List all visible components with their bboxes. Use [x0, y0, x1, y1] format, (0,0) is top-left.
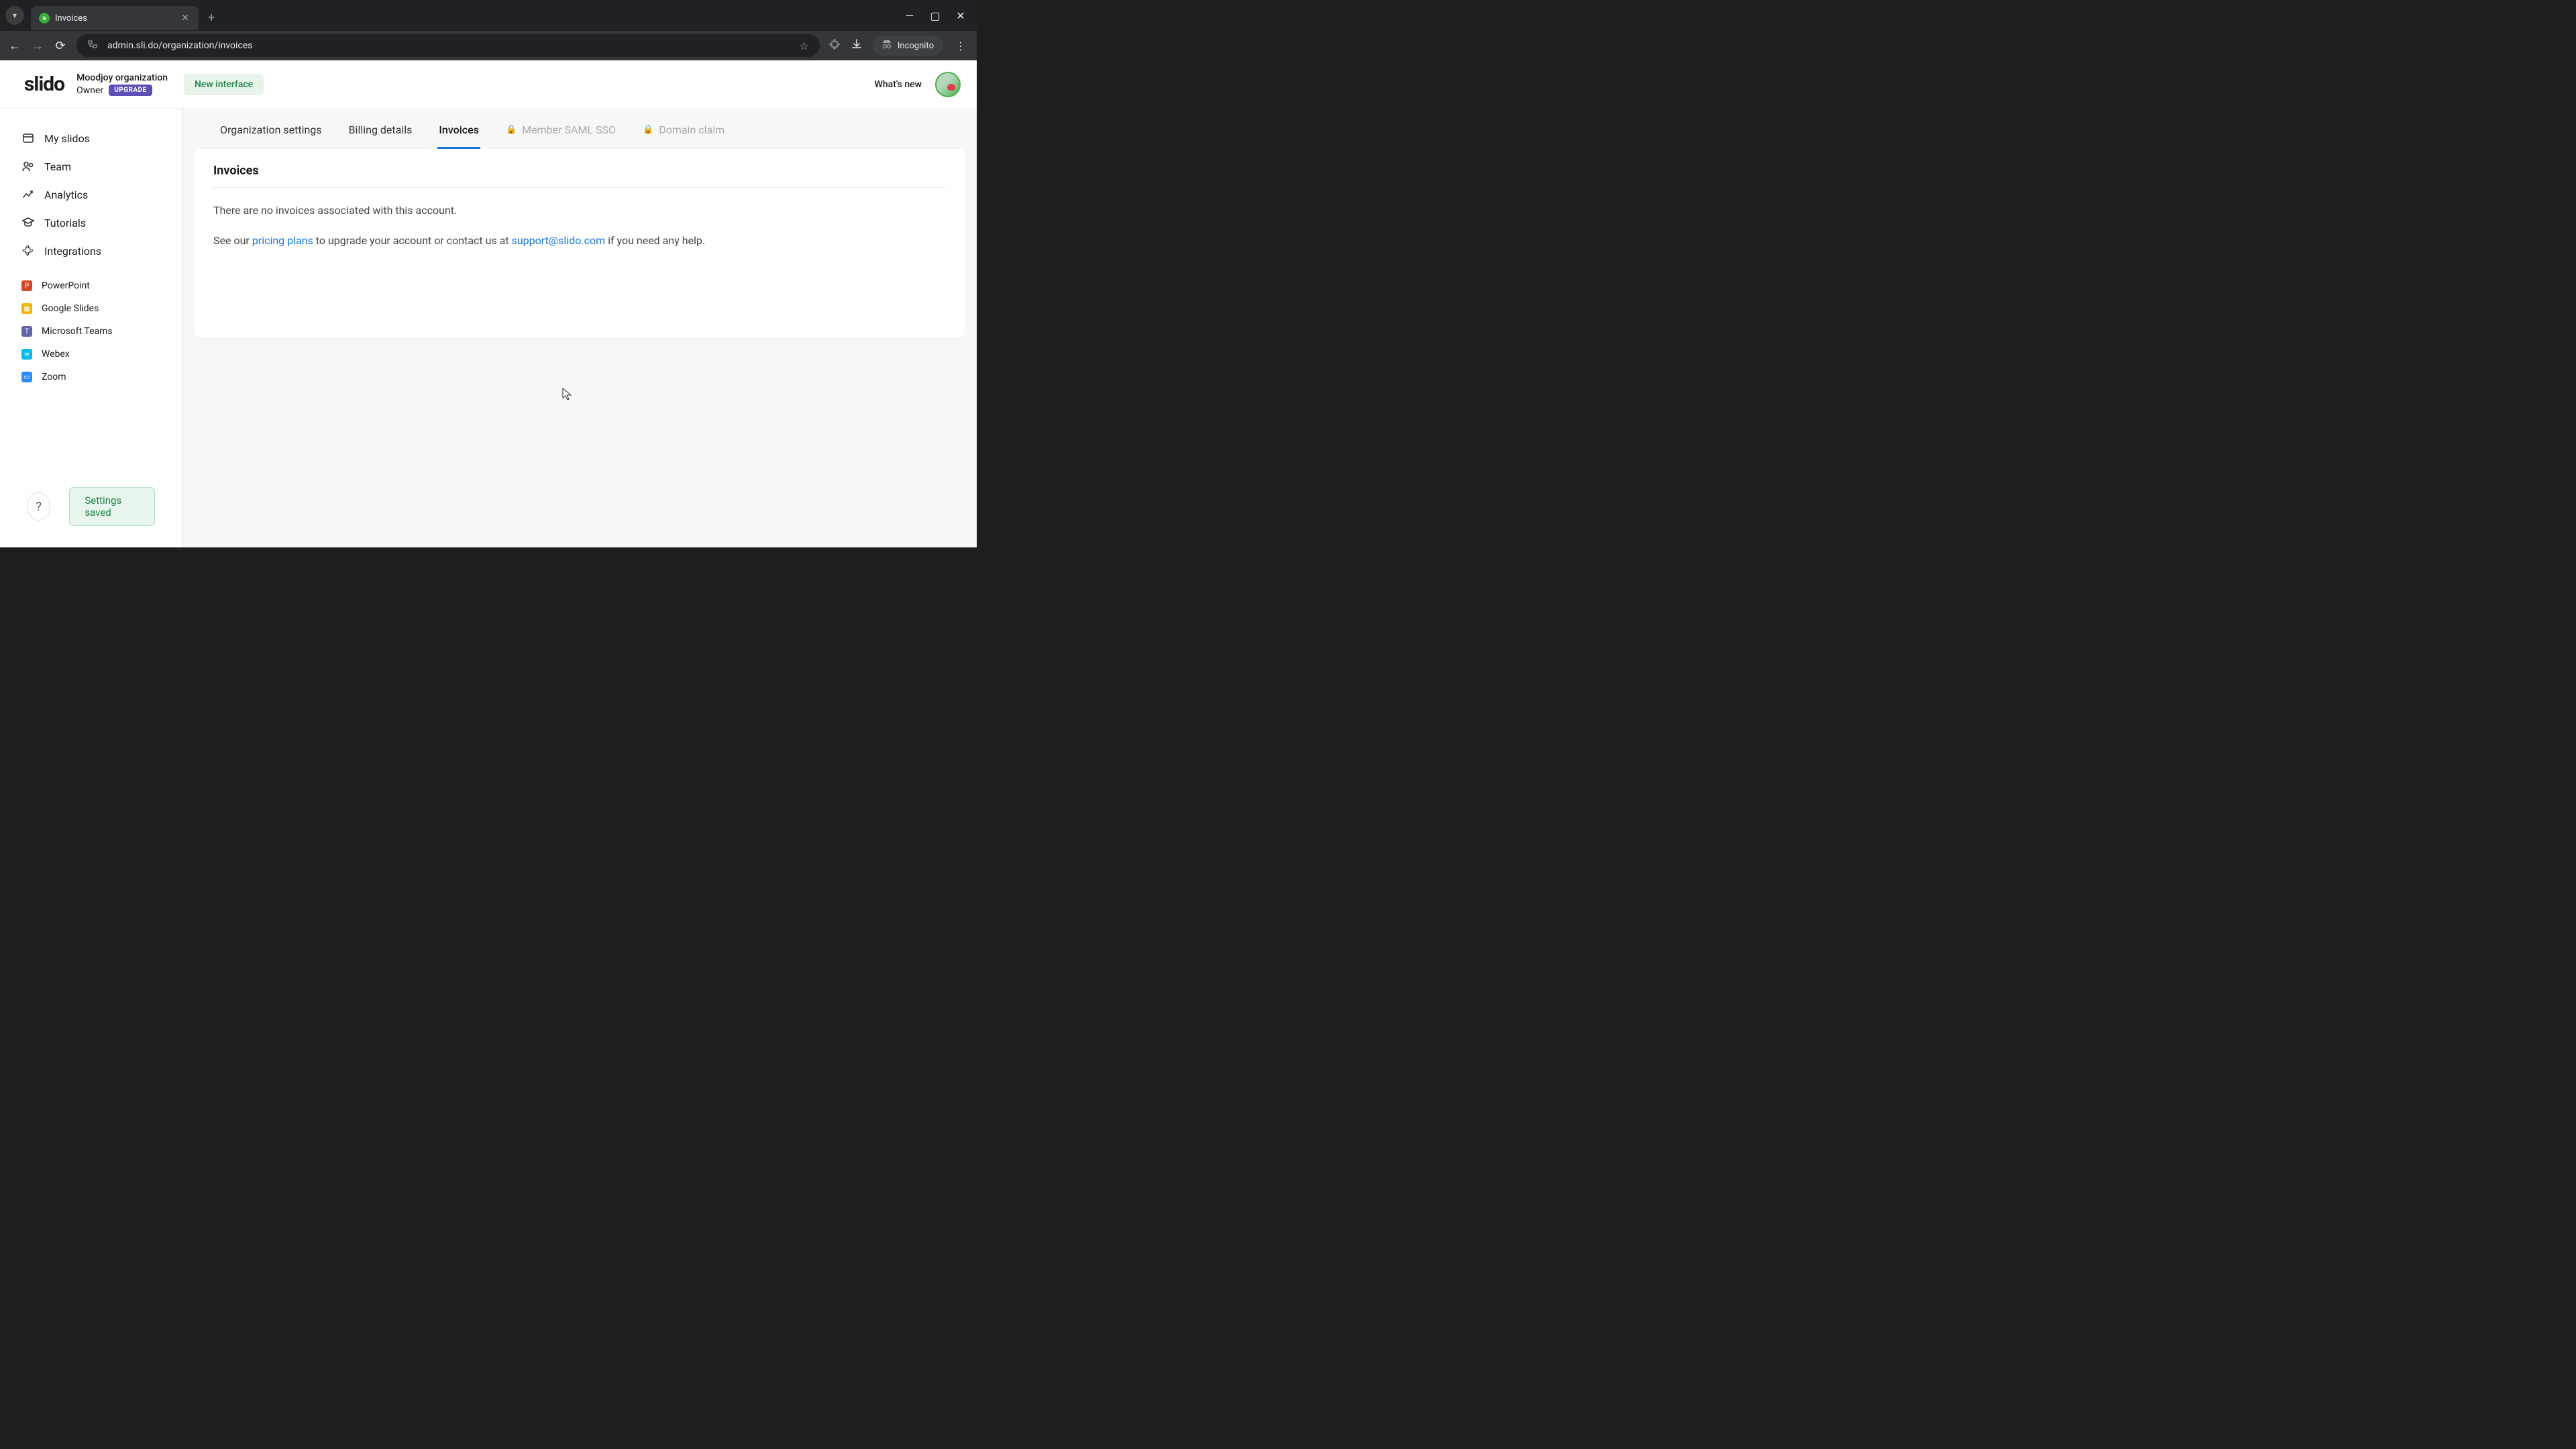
team-icon [21, 160, 35, 173]
google-slides-icon: ▦ [21, 303, 32, 314]
browser-tab-strip: ▾ s Invoices ✕ + — ▢ ✕ [0, 0, 977, 31]
help-text: See our pricing plans to upgrade your ac… [213, 233, 946, 249]
card-title: Invoices [213, 164, 946, 188]
avatar[interactable] [935, 72, 961, 97]
integration-label: Webex [42, 349, 70, 360]
maximize-button[interactable]: ▢ [930, 9, 941, 22]
sidebar-item-team[interactable]: Team [0, 153, 182, 180]
app-root: slido Moodjoy organization Owner UPGRADE… [0, 60, 977, 547]
tab-label: Billing details [349, 123, 413, 136]
tab-label: Invoices [439, 123, 479, 136]
incognito-label: Incognito [898, 41, 934, 51]
reload-button[interactable]: ⟳ [54, 39, 67, 53]
site-info-icon[interactable] [87, 39, 98, 52]
tab-organization-settings[interactable]: Organization settings [207, 111, 335, 148]
extensions-button[interactable] [829, 38, 841, 53]
sidebar-item-label: My slidos [44, 132, 90, 145]
incognito-icon [881, 40, 892, 52]
integrations-icon [21, 244, 35, 258]
sidebar-item-tutorials[interactable]: Tutorials [0, 209, 182, 236]
sidebar-bottom: ? Settings saved [0, 487, 182, 531]
back-button[interactable]: ← [8, 39, 21, 53]
tab-label: Member SAML SSO [522, 123, 616, 136]
upgrade-badge[interactable]: UPGRADE [109, 85, 152, 96]
new-tab-button[interactable]: + [208, 11, 215, 25]
app-body: My slidos Team Analytics [0, 109, 977, 547]
tab-domain-claim[interactable]: 🔒 Domain claim [629, 111, 738, 148]
url-text: admin.sli.do/organization/invoices [107, 40, 790, 51]
browser-tab[interactable]: s Invoices ✕ [31, 6, 199, 30]
slidos-icon [21, 131, 35, 145]
window-controls: — ▢ ✕ [904, 9, 971, 22]
lock-icon: 🔒 [506, 125, 517, 135]
lock-icon: 🔒 [643, 125, 653, 135]
main-content: Organization settings Billing details In… [182, 109, 977, 547]
integration-powerpoint[interactable]: P PowerPoint [0, 275, 182, 297]
chevron-down-icon: ▾ [13, 11, 17, 20]
toast-settings-saved: Settings saved [69, 487, 155, 526]
downloads-button[interactable] [851, 38, 863, 53]
owner-label: Owner [76, 85, 103, 96]
browser-menu-button[interactable]: ⋮ [953, 40, 969, 52]
webex-icon: w [21, 349, 32, 360]
tab-title: Invoices [55, 13, 173, 23]
sidebar-item-label: Analytics [44, 189, 88, 201]
invoices-card: Invoices There are no invoices associate… [195, 149, 965, 337]
integration-google-slides[interactable]: ▦ Google Slides [0, 298, 182, 319]
tutorials-icon [21, 216, 35, 229]
ms-teams-icon: T [21, 326, 32, 337]
sidebar-item-my-slidos[interactable]: My slidos [0, 125, 182, 152]
minimize-button[interactable]: — [904, 9, 915, 22]
cta-suffix: if you need any help. [605, 234, 705, 247]
integration-label: PowerPoint [42, 280, 90, 291]
integration-ms-teams[interactable]: T Microsoft Teams [0, 321, 182, 342]
sidebar-item-label: Integrations [44, 245, 101, 258]
cta-mid: to upgrade your account or contact us at [313, 234, 512, 247]
app-header: slido Moodjoy organization Owner UPGRADE… [0, 60, 977, 109]
sidebar: My slidos Team Analytics [0, 109, 182, 547]
tab-label: Domain claim [659, 123, 724, 136]
integration-zoom[interactable]: ▭ Zoom [0, 366, 182, 388]
forward-button[interactable]: → [31, 39, 44, 53]
tab-search-button[interactable]: ▾ [5, 6, 24, 25]
slido-favicon-icon: s [39, 13, 50, 23]
sidebar-nav: My slidos Team Analytics [0, 125, 182, 388]
browser-toolbar: ← → ⟳ admin.sli.do/organization/invoices… [0, 31, 977, 60]
bookmark-button[interactable]: ☆ [800, 40, 809, 52]
tab-billing-details[interactable]: Billing details [335, 111, 426, 148]
help-button[interactable]: ? [27, 492, 50, 521]
integration-label: Google Slides [42, 303, 99, 314]
pricing-plans-link[interactable]: pricing plans [252, 234, 313, 247]
sidebar-item-integrations[interactable]: Integrations [0, 237, 182, 264]
empty-state-text: There are no invoices associated with th… [213, 204, 946, 217]
sidebar-item-analytics[interactable]: Analytics [0, 181, 182, 208]
sidebar-item-label: Team [44, 160, 71, 173]
close-window-button[interactable]: ✕ [955, 9, 966, 22]
header-right: What's new [875, 72, 961, 97]
address-bar[interactable]: admin.sli.do/organization/invoices ☆ [76, 34, 820, 57]
new-interface-badge[interactable]: New interface [184, 74, 264, 95]
sidebar-item-label: Tutorials [44, 217, 86, 229]
zoom-icon: ▭ [21, 372, 32, 382]
close-tab-button[interactable]: ✕ [178, 11, 192, 25]
integration-label: Microsoft Teams [42, 326, 113, 337]
settings-tabs: Organization settings Billing details In… [182, 111, 977, 149]
slido-logo[interactable]: slido [24, 72, 64, 96]
powerpoint-icon: P [21, 280, 32, 291]
incognito-badge[interactable]: Incognito [872, 36, 943, 56]
support-email-link[interactable]: support@slido.com [512, 234, 606, 247]
cta-prefix: See our [213, 234, 252, 247]
integration-webex[interactable]: w Webex [0, 343, 182, 365]
owner-row: Owner UPGRADE [76, 85, 168, 96]
tab-invoices[interactable]: Invoices [425, 111, 492, 148]
integration-label: Zoom [42, 372, 66, 382]
analytics-icon [21, 188, 35, 201]
tab-member-saml-sso[interactable]: 🔒 Member SAML SSO [492, 111, 629, 148]
org-name: Moodjoy organization [76, 72, 168, 83]
whats-new-link[interactable]: What's new [875, 79, 922, 90]
tab-label: Organization settings [220, 123, 322, 136]
org-info: Moodjoy organization Owner UPGRADE [76, 72, 168, 96]
